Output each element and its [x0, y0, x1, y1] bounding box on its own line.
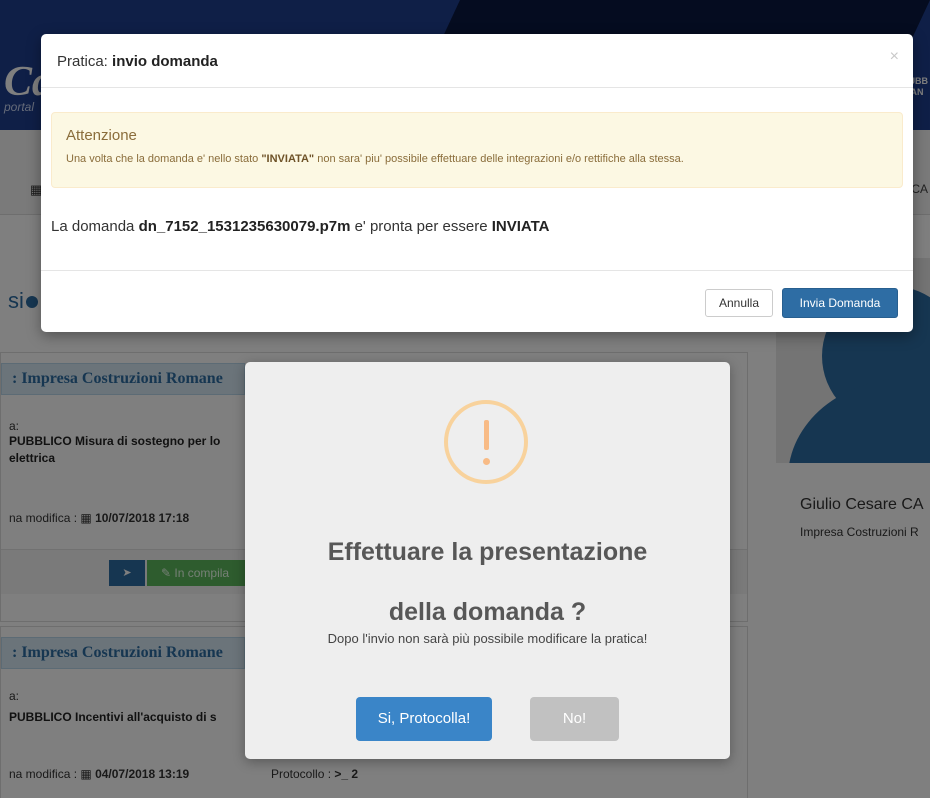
modal-header: Pratica: invio domanda: [41, 34, 913, 88]
confirm-title: Effettuare la presentazione della domand…: [327, 538, 648, 626]
alert-text: Una volta che la domanda e' nello stato …: [66, 153, 684, 165]
warning-alert: Attenzione Una volta che la domanda e' n…: [51, 112, 903, 188]
modal-footer: Annulla Invia Domanda: [41, 270, 913, 332]
status-inviata: INVIATA: [491, 218, 550, 235]
modal-message: La domanda dn_7152_1531235630079.p7m e' …: [51, 218, 550, 235]
modal-title: invio domanda: [112, 53, 218, 70]
warning-icon: [444, 400, 528, 484]
alert-status: "INVIATA": [261, 153, 315, 165]
confirm-cancel-button[interactable]: No!: [530, 697, 619, 741]
alert-title: Attenzione: [66, 127, 137, 144]
confirm-dialog: Effettuare la presentazione della domand…: [245, 362, 730, 759]
close-icon[interactable]: ×: [890, 48, 899, 66]
confirm-protocol-button[interactable]: Si, Protocolla!: [356, 697, 492, 741]
submit-button[interactable]: Invia Domanda: [782, 288, 898, 318]
filename: dn_7152_1531235630079.p7m: [138, 218, 351, 235]
confirm-text: Dopo l'invio non sarà più possibile modi…: [327, 631, 648, 646]
submit-modal: Pratica: invio domanda × Attenzione Una …: [41, 34, 913, 332]
modal-title-prefix: Pratica:: [57, 53, 108, 70]
cancel-button[interactable]: Annulla: [705, 289, 773, 317]
